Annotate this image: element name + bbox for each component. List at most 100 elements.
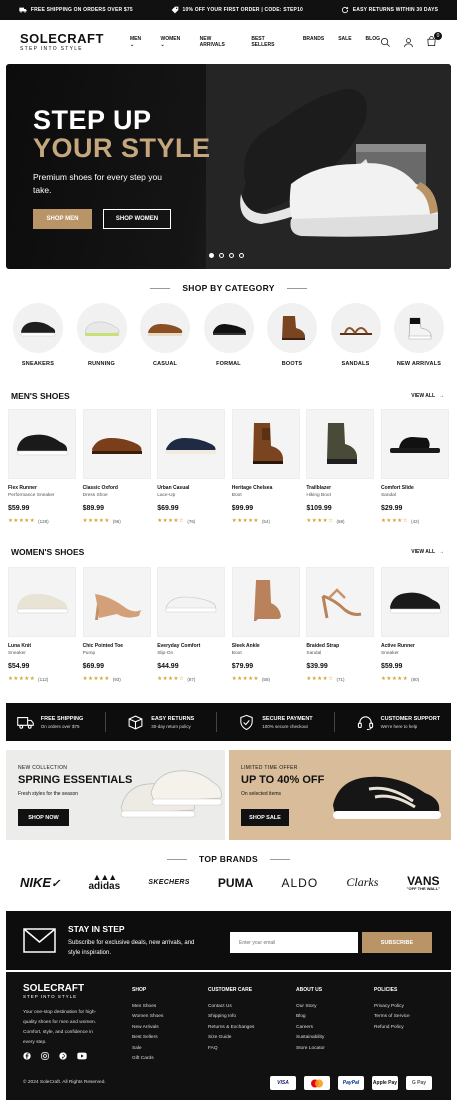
- nav-brands[interactable]: BRANDS: [303, 36, 324, 48]
- nav-blog[interactable]: BLOG: [366, 36, 380, 48]
- footer-link[interactable]: Returns & Exchanges: [208, 1023, 254, 1033]
- footer-logo[interactable]: SOLECRAFT STEP INTO STYLE: [23, 984, 84, 1000]
- brands-section-title: TOP BRANDS: [0, 854, 457, 864]
- category-casual[interactable]: CASUAL: [137, 303, 193, 367]
- email-input[interactable]: [230, 932, 358, 953]
- category-sandals[interactable]: SANDALS: [328, 303, 384, 367]
- product-card[interactable]: Flex Runner Performance Sneaker $59.99 ★★★…: [8, 409, 76, 524]
- category-formal[interactable]: FORMAL: [201, 303, 257, 367]
- refresh-icon: [341, 6, 348, 14]
- site-logo[interactable]: SOLECRAFT STEP INTO STYLE: [20, 32, 104, 52]
- product-image: [8, 567, 76, 637]
- pinterest-icon[interactable]: [59, 1052, 67, 1060]
- product-card[interactable]: Heritage Chelsea Boot $99.99 ★★★★★ (54): [231, 409, 300, 524]
- product-card[interactable]: Braided Strap Sandal $39.99 ★★★★☆ (71): [306, 567, 375, 682]
- nav-new-arrivals[interactable]: NEW ARRIVALS: [200, 36, 238, 48]
- brand-adidas-logo[interactable]: ▲▲▲ adidas: [89, 873, 121, 892]
- category-new-arrivals[interactable]: NEW ARRIVALS: [391, 303, 447, 367]
- carousel-dots: [209, 253, 244, 258]
- brand-aldo-logo[interactable]: ALDO: [281, 876, 318, 890]
- footer-link[interactable]: FAQ: [208, 1044, 254, 1054]
- footer-policies-column: POLICIES Privacy Policy Terms of Service…: [374, 987, 410, 1033]
- footer-link[interactable]: Store Locator: [296, 1044, 325, 1054]
- category-section-title: SHOP BY CATEGORY: [0, 283, 457, 293]
- product-card[interactable]: Comfort Slide Sandal $29.99 ★★★★☆ (42): [380, 409, 449, 524]
- footer-link[interactable]: Our Story: [296, 1002, 325, 1012]
- brand-puma-logo[interactable]: PUMA: [218, 876, 253, 890]
- footer-link[interactable]: Shipping Info: [208, 1012, 254, 1022]
- product-card[interactable]: Everyday Comfort Slip-On $44.99 ★★★★☆ (87): [157, 567, 226, 682]
- shop-sale-button[interactable]: SHOP SALE: [241, 809, 289, 826]
- carousel-dot[interactable]: [229, 253, 234, 258]
- nav-best-sellers[interactable]: BEST SELLERS: [251, 36, 288, 48]
- cart-button[interactable]: 0: [426, 31, 442, 49]
- category-sneakers[interactable]: SNEAKERS: [10, 303, 66, 367]
- product-card[interactable]: Sleek Ankle Boot $79.99 ★★★★★ (58): [231, 567, 300, 682]
- product-image: [380, 567, 449, 637]
- footer-link[interactable]: Sustainability: [296, 1033, 325, 1043]
- headset-icon: [357, 715, 373, 730]
- casual-shoe-icon: [148, 324, 183, 336]
- shield-check-icon: [240, 714, 253, 730]
- paypal-icon: PayPal: [338, 1076, 364, 1090]
- promo-spring-essentials: NEW COLLECTION SPRING ESSENTIALS Fresh s…: [6, 750, 225, 840]
- product-image: [8, 409, 76, 479]
- shop-now-button[interactable]: SHOP NOW: [18, 809, 69, 826]
- brand-clarks-logo[interactable]: Clarks: [346, 875, 378, 890]
- footer-link[interactable]: Women Shoes: [132, 1012, 163, 1022]
- subscribe-button[interactable]: SUBSCRIBE: [362, 932, 432, 953]
- footer-link[interactable]: Careers: [296, 1023, 325, 1033]
- shop-men-button[interactable]: SHOP MEN: [33, 209, 92, 229]
- social-links: [23, 1052, 87, 1060]
- mens-title: MEN'S SHOES: [11, 391, 70, 401]
- footer-link[interactable]: Blog: [296, 1012, 325, 1022]
- footer-link[interactable]: Best Sellers: [132, 1033, 163, 1043]
- mens-view-all-link[interactable]: VIEW ALL →: [411, 393, 444, 399]
- product-card[interactable]: Chic Pointed Toe Pump $69.99 ★★★★★ (93): [82, 567, 151, 682]
- newsletter-desc: Subscribe for exclusive deals, new arriv…: [68, 940, 195, 956]
- womens-view-all-link[interactable]: VIEW ALL →: [411, 549, 444, 555]
- carousel-dot[interactable]: [209, 253, 214, 258]
- product-card[interactable]: Luna Knit Sneaker $54.99 ★★★★★ (112): [8, 567, 76, 682]
- hero-subtitle: Premium shoes for every step you take.: [33, 172, 162, 195]
- footer-link[interactable]: Men Shoes: [132, 1002, 163, 1012]
- product-card[interactable]: Classic Oxford Dress Shoe $89.99 ★★★★★ (96): [82, 409, 151, 524]
- brand-nike-logo[interactable]: NIKE✓: [20, 875, 60, 890]
- promo1-desc: Fresh styles for the season: [18, 791, 79, 797]
- copyright: © 2024 SoleCraft. All Rights Reserved.: [23, 1080, 106, 1085]
- carousel-dot[interactable]: [219, 253, 224, 258]
- footer-link[interactable]: Terms of Service: [374, 1012, 410, 1022]
- womens-product-row: Luna Knit Sneaker $54.99 ★★★★★ (112) Chic P…: [8, 567, 449, 682]
- promo-sale: LIMITED TIME OFFER UP TO 40% OFF On sele…: [229, 750, 451, 840]
- product-card[interactable]: Trailblazer Hiking Boot $109.99 ★★★★☆ (68): [306, 409, 375, 524]
- search-icon[interactable]: [380, 37, 391, 48]
- instagram-icon[interactable]: [41, 1052, 49, 1060]
- brand-vans-logo[interactable]: VANS "OFF THE WALL": [407, 875, 440, 891]
- nav-women[interactable]: WOMEN ⌄: [161, 36, 186, 48]
- nav-sale[interactable]: SALE: [338, 36, 351, 48]
- footer-link[interactable]: Refund Policy: [374, 1023, 410, 1033]
- product-image: [380, 409, 449, 479]
- carousel-dot[interactable]: [239, 253, 244, 258]
- product-image: [82, 409, 151, 479]
- footer-link[interactable]: Privacy Policy: [374, 1002, 410, 1012]
- category-boots[interactable]: BOOTS: [264, 303, 320, 367]
- youtube-icon[interactable]: [77, 1052, 87, 1060]
- shipping-notice: FREE SHIPPING ON ORDERS OVER $75: [19, 6, 133, 14]
- category-running[interactable]: RUNNING: [74, 303, 130, 367]
- product-card[interactable]: Urban Casual Lace-Up $69.99 ★★★★☆ (76): [157, 409, 226, 524]
- shop-women-button[interactable]: SHOP WOMEN: [103, 209, 171, 229]
- user-icon[interactable]: [403, 37, 414, 48]
- footer-link[interactable]: Size Guide: [208, 1033, 254, 1043]
- brand-skechers-logo[interactable]: SKECHERS: [148, 879, 189, 886]
- rating-stars: ★★★★★: [8, 518, 36, 524]
- nav-men[interactable]: MEN ⌄: [130, 36, 147, 48]
- site-footer: SOLECRAFT STEP INTO STYLE Your one-stop …: [6, 972, 451, 1100]
- footer-link[interactable]: Contact Us: [208, 1002, 254, 1012]
- product-card[interactable]: Active Runner Sneaker $59.99 ★★★★★ (80): [380, 567, 449, 682]
- facebook-icon[interactable]: [23, 1052, 31, 1060]
- footer-link[interactable]: New Arrivals: [132, 1023, 163, 1033]
- footer-link[interactable]: Sale: [132, 1044, 163, 1054]
- footer-link[interactable]: Gift Cards: [132, 1054, 163, 1064]
- sandal-icon: [339, 327, 372, 335]
